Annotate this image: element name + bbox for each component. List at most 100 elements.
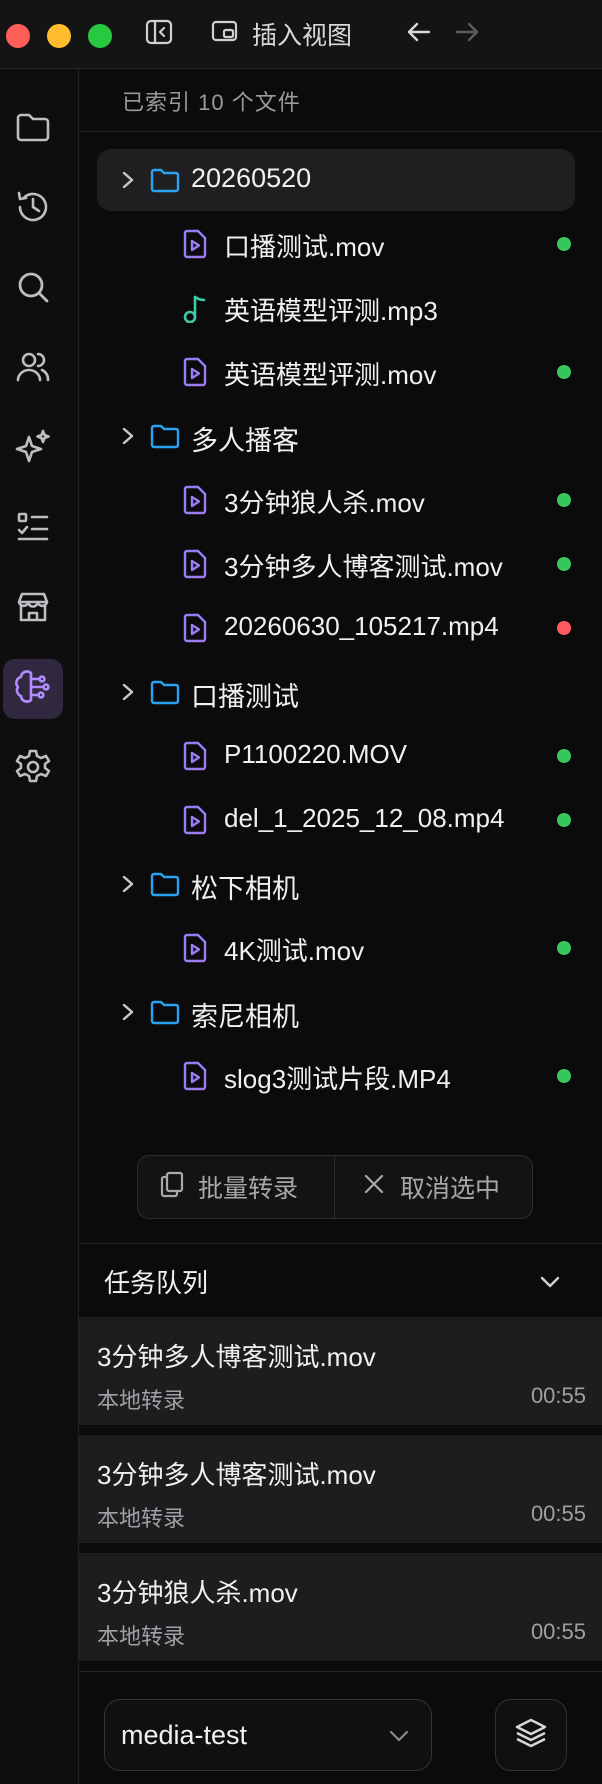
back-arrow-icon xyxy=(404,17,434,52)
file-row[interactable]: 英语模型评测.mov xyxy=(97,341,575,403)
folder-name: 20260520 xyxy=(191,163,312,193)
folder-row[interactable]: 多人播客 xyxy=(97,405,575,467)
forward-button[interactable] xyxy=(452,16,482,52)
status-dot xyxy=(557,941,571,955)
sidebar-item-store[interactable] xyxy=(3,579,63,639)
sidebar-item-files[interactable] xyxy=(3,99,63,159)
folder-icon xyxy=(149,677,181,712)
file-name: P1100220.MOV xyxy=(224,739,408,769)
file-row[interactable]: del_1_2025_12_08.mp4 xyxy=(97,789,575,851)
status-dot xyxy=(557,621,571,635)
sidebar-toggle-icon xyxy=(144,17,174,52)
minimize-window-button[interactable] xyxy=(47,24,71,48)
batch-transcribe-label: 批量转录 xyxy=(198,1175,299,1203)
folder-icon xyxy=(13,107,53,152)
sidebar-item-ai[interactable] xyxy=(3,419,63,479)
insert-view-button[interactable]: 插入视图 xyxy=(210,16,352,52)
cancel-selection-button[interactable]: 取消选中 xyxy=(362,1156,500,1218)
checklist-icon xyxy=(13,507,53,552)
status-dot xyxy=(557,493,571,507)
file-row[interactable]: 3分钟多人博客测试.mov xyxy=(97,533,575,595)
back-button[interactable] xyxy=(404,16,434,52)
divider xyxy=(79,131,602,132)
folder-icon xyxy=(149,997,181,1032)
forward-arrow-icon xyxy=(452,17,482,52)
brain-icon xyxy=(13,667,53,712)
batch-transcribe-button[interactable]: 批量转录 xyxy=(158,1156,298,1218)
file-row[interactable]: 20260630_105217.mp4 xyxy=(97,597,575,659)
folder-row[interactable]: 索尼相机 xyxy=(97,981,575,1043)
project-select-value: media-test xyxy=(121,1720,248,1750)
file-row[interactable]: P1100220.MOV xyxy=(97,725,575,787)
sidebar-item-search[interactable] xyxy=(3,259,63,319)
file-row[interactable]: 口播测试.mov xyxy=(97,213,575,275)
file-row[interactable]: slog3测试片段.MP4 xyxy=(97,1045,575,1107)
video-file-icon xyxy=(181,805,209,840)
history-icon xyxy=(13,187,53,232)
sidebar-item-history[interactable] xyxy=(3,179,63,239)
status-dot xyxy=(557,813,571,827)
folder-row[interactable]: 松下相机 xyxy=(97,853,575,915)
chevron-right-icon[interactable] xyxy=(119,682,137,707)
gear-icon xyxy=(13,747,53,792)
file-name: 英语模型评测.mov xyxy=(224,360,437,390)
task-type: 本地转录 xyxy=(97,1506,186,1531)
sidebar-item-settings[interactable] xyxy=(3,739,63,799)
chevron-right-icon[interactable] xyxy=(119,426,137,451)
collapse-queue-button[interactable] xyxy=(537,1269,563,1300)
music-note-icon xyxy=(181,293,209,328)
folder-icon xyxy=(149,421,181,456)
task-card[interactable]: 3分钟多人博客测试.mov 本地转录 00:55 xyxy=(79,1317,602,1425)
video-file-icon xyxy=(181,485,209,520)
file-row[interactable]: 3分钟狼人杀.mov xyxy=(97,469,575,531)
file-name: 口播测试.mov xyxy=(224,232,385,262)
insert-view-label: 插入视图 xyxy=(252,22,353,50)
close-icon xyxy=(362,1172,386,1203)
close-window-button[interactable] xyxy=(6,24,30,48)
index-status: 已索引 10 个文件 xyxy=(122,90,301,115)
selection-action-bar: 批量转录 取消选中 xyxy=(137,1155,533,1219)
layers-icon xyxy=(514,1716,548,1755)
chevron-down-icon xyxy=(537,1276,563,1299)
activity-sidebar xyxy=(0,69,79,1784)
file-row[interactable]: 4K测试.mov xyxy=(97,917,575,979)
sidebar-item-brain[interactable] xyxy=(3,659,63,719)
folder-name: 索尼相机 xyxy=(191,1002,299,1032)
task-name: 3分钟多人博客测试.mov xyxy=(97,1460,376,1490)
task-name: 3分钟多人博客测试.mov xyxy=(97,1342,376,1372)
users-icon xyxy=(13,347,53,392)
task-type: 本地转录 xyxy=(97,1624,186,1649)
file-name: slog3测试片段.MP4 xyxy=(224,1064,451,1094)
file-name: 20260630_105217.mp4 xyxy=(224,611,499,641)
video-file-icon xyxy=(181,1061,209,1096)
task-type: 本地转录 xyxy=(97,1388,186,1413)
copy-icon xyxy=(158,1170,186,1205)
file-row[interactable]: 英语模型评测.mp3 xyxy=(97,277,575,339)
task-name: 3分钟狼人杀.mov xyxy=(97,1578,298,1608)
file-name: del_1_2025_12_08.mp4 xyxy=(224,803,505,833)
file-name: 3分钟多人博客测试.mov xyxy=(224,552,503,582)
status-dot xyxy=(557,365,571,379)
status-dot xyxy=(557,1069,571,1083)
folder-row[interactable]: 口播测试 xyxy=(97,661,575,723)
sidebar-item-tasks[interactable] xyxy=(3,499,63,559)
file-name: 英语模型评测.mp3 xyxy=(224,296,438,326)
task-time: 00:55 xyxy=(530,1619,586,1644)
task-card[interactable]: 3分钟狼人杀.mov 本地转录 00:55 xyxy=(79,1553,602,1661)
video-file-icon xyxy=(181,741,209,776)
chevron-right-icon[interactable] xyxy=(119,170,137,195)
project-select[interactable]: media-test xyxy=(104,1699,432,1771)
chevron-right-icon[interactable] xyxy=(119,874,137,899)
folder-row[interactable]: 20260520 xyxy=(97,149,575,211)
sidebar-item-people[interactable] xyxy=(3,339,63,399)
status-dot xyxy=(557,749,571,763)
task-card[interactable]: 3分钟多人博客测试.mov 本地转录 00:55 xyxy=(79,1435,602,1543)
folder-name: 多人播客 xyxy=(191,426,299,456)
video-file-icon xyxy=(181,549,209,584)
sidebar-toggle-button[interactable] xyxy=(144,16,174,52)
zoom-window-button[interactable] xyxy=(88,24,112,48)
insert-view-icon xyxy=(210,16,252,53)
layers-button[interactable] xyxy=(495,1699,567,1771)
title-bar: 插入视图 xyxy=(0,0,602,69)
chevron-right-icon[interactable] xyxy=(119,1002,137,1027)
